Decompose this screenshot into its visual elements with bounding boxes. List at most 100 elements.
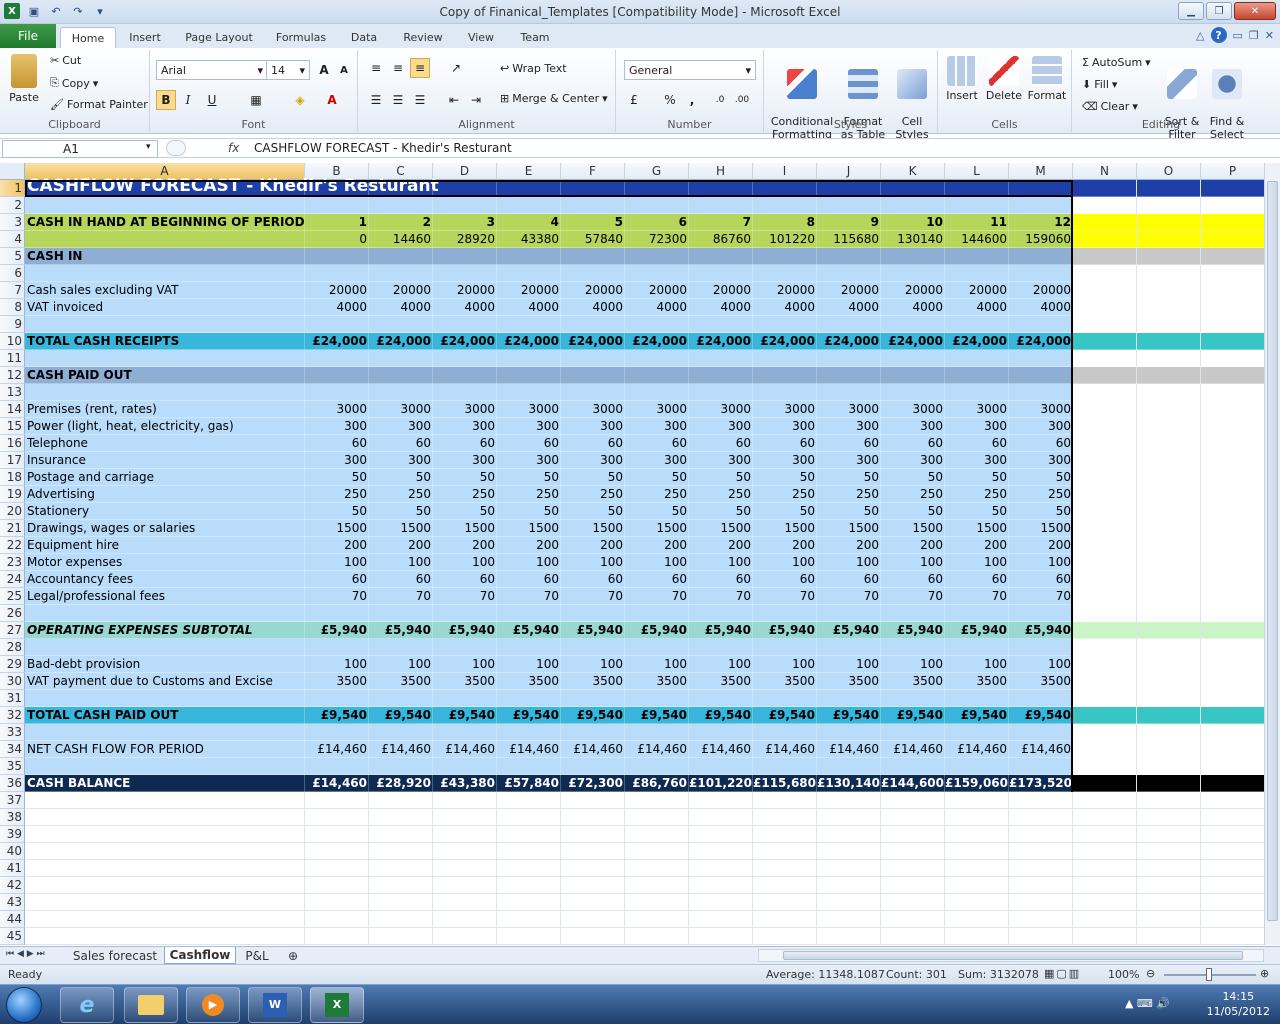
value-cell[interactable]: 3000 [369, 401, 433, 418]
row-header[interactable]: 25 [0, 588, 25, 605]
close-button[interactable]: ✕ [1234, 2, 1276, 20]
value-cell[interactable]: 2 [369, 214, 433, 231]
value-cell[interactable]: £9,540 [369, 707, 433, 724]
value-cell[interactable]: 50 [433, 469, 497, 486]
value-cell[interactable]: 300 [689, 452, 753, 469]
value-cell[interactable]: 60 [689, 571, 753, 588]
value-cell[interactable]: 60 [433, 435, 497, 452]
value-cell[interactable]: 3500 [945, 673, 1009, 690]
value-cell[interactable]: 250 [433, 486, 497, 503]
value-cell[interactable]: 3500 [753, 673, 817, 690]
value-cell[interactable]: 200 [753, 537, 817, 554]
value-cell[interactable]: 250 [561, 486, 625, 503]
value-cell[interactable]: 70 [305, 588, 369, 605]
minimize-ribbon-icon[interactable]: △ [1196, 29, 1204, 42]
row-label[interactable]: TOTAL CASH RECEIPTS [25, 333, 305, 350]
value-cell[interactable]: 60 [369, 435, 433, 452]
value-cell[interactable]: 100 [497, 554, 561, 571]
clear-button[interactable]: ⌫ Clear ▾ [1082, 100, 1138, 113]
value-cell[interactable]: 50 [753, 469, 817, 486]
align-center-icon[interactable]: ☰ [388, 90, 408, 110]
value-cell[interactable]: 70 [561, 588, 625, 605]
currency-icon[interactable]: £ [624, 90, 644, 110]
value-cell[interactable]: £14,460 [497, 741, 561, 758]
value-cell[interactable]: 70 [433, 588, 497, 605]
row-header[interactable]: 38 [0, 809, 25, 826]
value-cell[interactable]: 50 [881, 503, 945, 520]
value-cell[interactable]: 50 [817, 503, 881, 520]
column-header[interactable]: M [1009, 163, 1073, 180]
value-cell[interactable]: 50 [689, 503, 753, 520]
value-cell[interactable]: 4000 [753, 299, 817, 316]
value-cell[interactable]: 12 [1009, 214, 1073, 231]
shrink-font-button[interactable]: A [334, 60, 354, 80]
row-header[interactable]: 43 [0, 894, 25, 911]
bold-button[interactable]: B [156, 90, 176, 110]
value-cell[interactable]: £24,000 [433, 333, 497, 350]
chevron-down-icon[interactable]: ▾ [146, 142, 151, 152]
value-cell[interactable]: 300 [305, 418, 369, 435]
value-cell[interactable]: 300 [1009, 452, 1073, 469]
value-cell[interactable]: 60 [625, 435, 689, 452]
help-icon[interactable]: ? [1210, 27, 1227, 43]
horizontal-scrollbar[interactable] [758, 949, 1264, 962]
value-cell[interactable]: 1500 [753, 520, 817, 537]
value-cell[interactable]: £24,000 [369, 333, 433, 350]
row-header[interactable]: 45 [0, 928, 25, 945]
row-header[interactable]: 40 [0, 843, 25, 860]
grow-font-button[interactable]: A [314, 60, 334, 80]
value-cell[interactable]: 20000 [945, 282, 1009, 299]
delete-cells-button[interactable]: Delete [984, 56, 1024, 102]
value-cell[interactable]: 159060 [1009, 231, 1073, 248]
value-cell[interactable]: 250 [1009, 486, 1073, 503]
value-cell[interactable]: 20000 [625, 282, 689, 299]
tab-team[interactable]: Team [512, 27, 558, 48]
value-cell[interactable]: 57840 [561, 231, 625, 248]
align-middle-icon[interactable]: ≡ [388, 58, 408, 78]
value-cell[interactable]: 60 [753, 571, 817, 588]
value-cell[interactable]: 60 [369, 571, 433, 588]
value-cell[interactable]: 4000 [433, 299, 497, 316]
value-cell[interactable]: 60 [753, 435, 817, 452]
value-cell[interactable]: 300 [369, 452, 433, 469]
value-cell[interactable]: 6 [625, 214, 689, 231]
value-cell[interactable]: £9,540 [497, 707, 561, 724]
value-cell[interactable]: 3000 [305, 401, 369, 418]
value-cell[interactable]: £28,920 [369, 775, 433, 792]
value-cell[interactable]: 0 [305, 231, 369, 248]
value-cell[interactable]: 60 [305, 435, 369, 452]
column-header[interactable]: G [625, 163, 689, 180]
value-cell[interactable]: 300 [817, 418, 881, 435]
value-cell[interactable]: 20000 [369, 282, 433, 299]
zoom-in-icon[interactable]: ⊕ [1260, 967, 1269, 980]
value-cell[interactable]: 300 [881, 418, 945, 435]
row-label[interactable]: OPERATING EXPENSES SUBTOTAL [25, 622, 305, 639]
value-cell[interactable]: £14,460 [305, 741, 369, 758]
value-cell[interactable]: 100 [817, 656, 881, 673]
value-cell[interactable]: 3000 [561, 401, 625, 418]
row-label[interactable]: Accountancy fees [25, 571, 305, 588]
value-cell[interactable]: 100 [881, 656, 945, 673]
row-label[interactable]: CASH IN HAND AT BEGINNING OF PERIOD [25, 214, 305, 231]
tab-view[interactable]: View [460, 27, 502, 48]
value-cell[interactable]: £14,460 [945, 741, 1009, 758]
value-cell[interactable]: 200 [625, 537, 689, 554]
workbook-minimize-icon[interactable]: ▭ [1233, 29, 1243, 42]
value-cell[interactable]: £57,840 [497, 775, 561, 792]
value-cell[interactable]: 1500 [497, 520, 561, 537]
row-header[interactable]: 28 [0, 639, 25, 656]
row-header[interactable]: 7 [0, 282, 25, 299]
value-cell[interactable]: 20000 [817, 282, 881, 299]
value-cell[interactable]: 20000 [561, 282, 625, 299]
value-cell[interactable]: 300 [753, 418, 817, 435]
value-cell[interactable]: 3500 [497, 673, 561, 690]
font-size-combo[interactable]: 14 ▾ [266, 60, 310, 80]
value-cell[interactable]: 50 [561, 503, 625, 520]
media-player-icon[interactable]: ▶ [186, 987, 240, 1023]
value-cell[interactable]: 20000 [881, 282, 945, 299]
tray-clock[interactable]: 14:15 11/05/2012 [1207, 989, 1270, 1019]
value-cell[interactable]: 50 [305, 469, 369, 486]
value-cell[interactable]: 3000 [689, 401, 753, 418]
value-cell[interactable]: 70 [881, 588, 945, 605]
value-cell[interactable]: 100 [561, 656, 625, 673]
